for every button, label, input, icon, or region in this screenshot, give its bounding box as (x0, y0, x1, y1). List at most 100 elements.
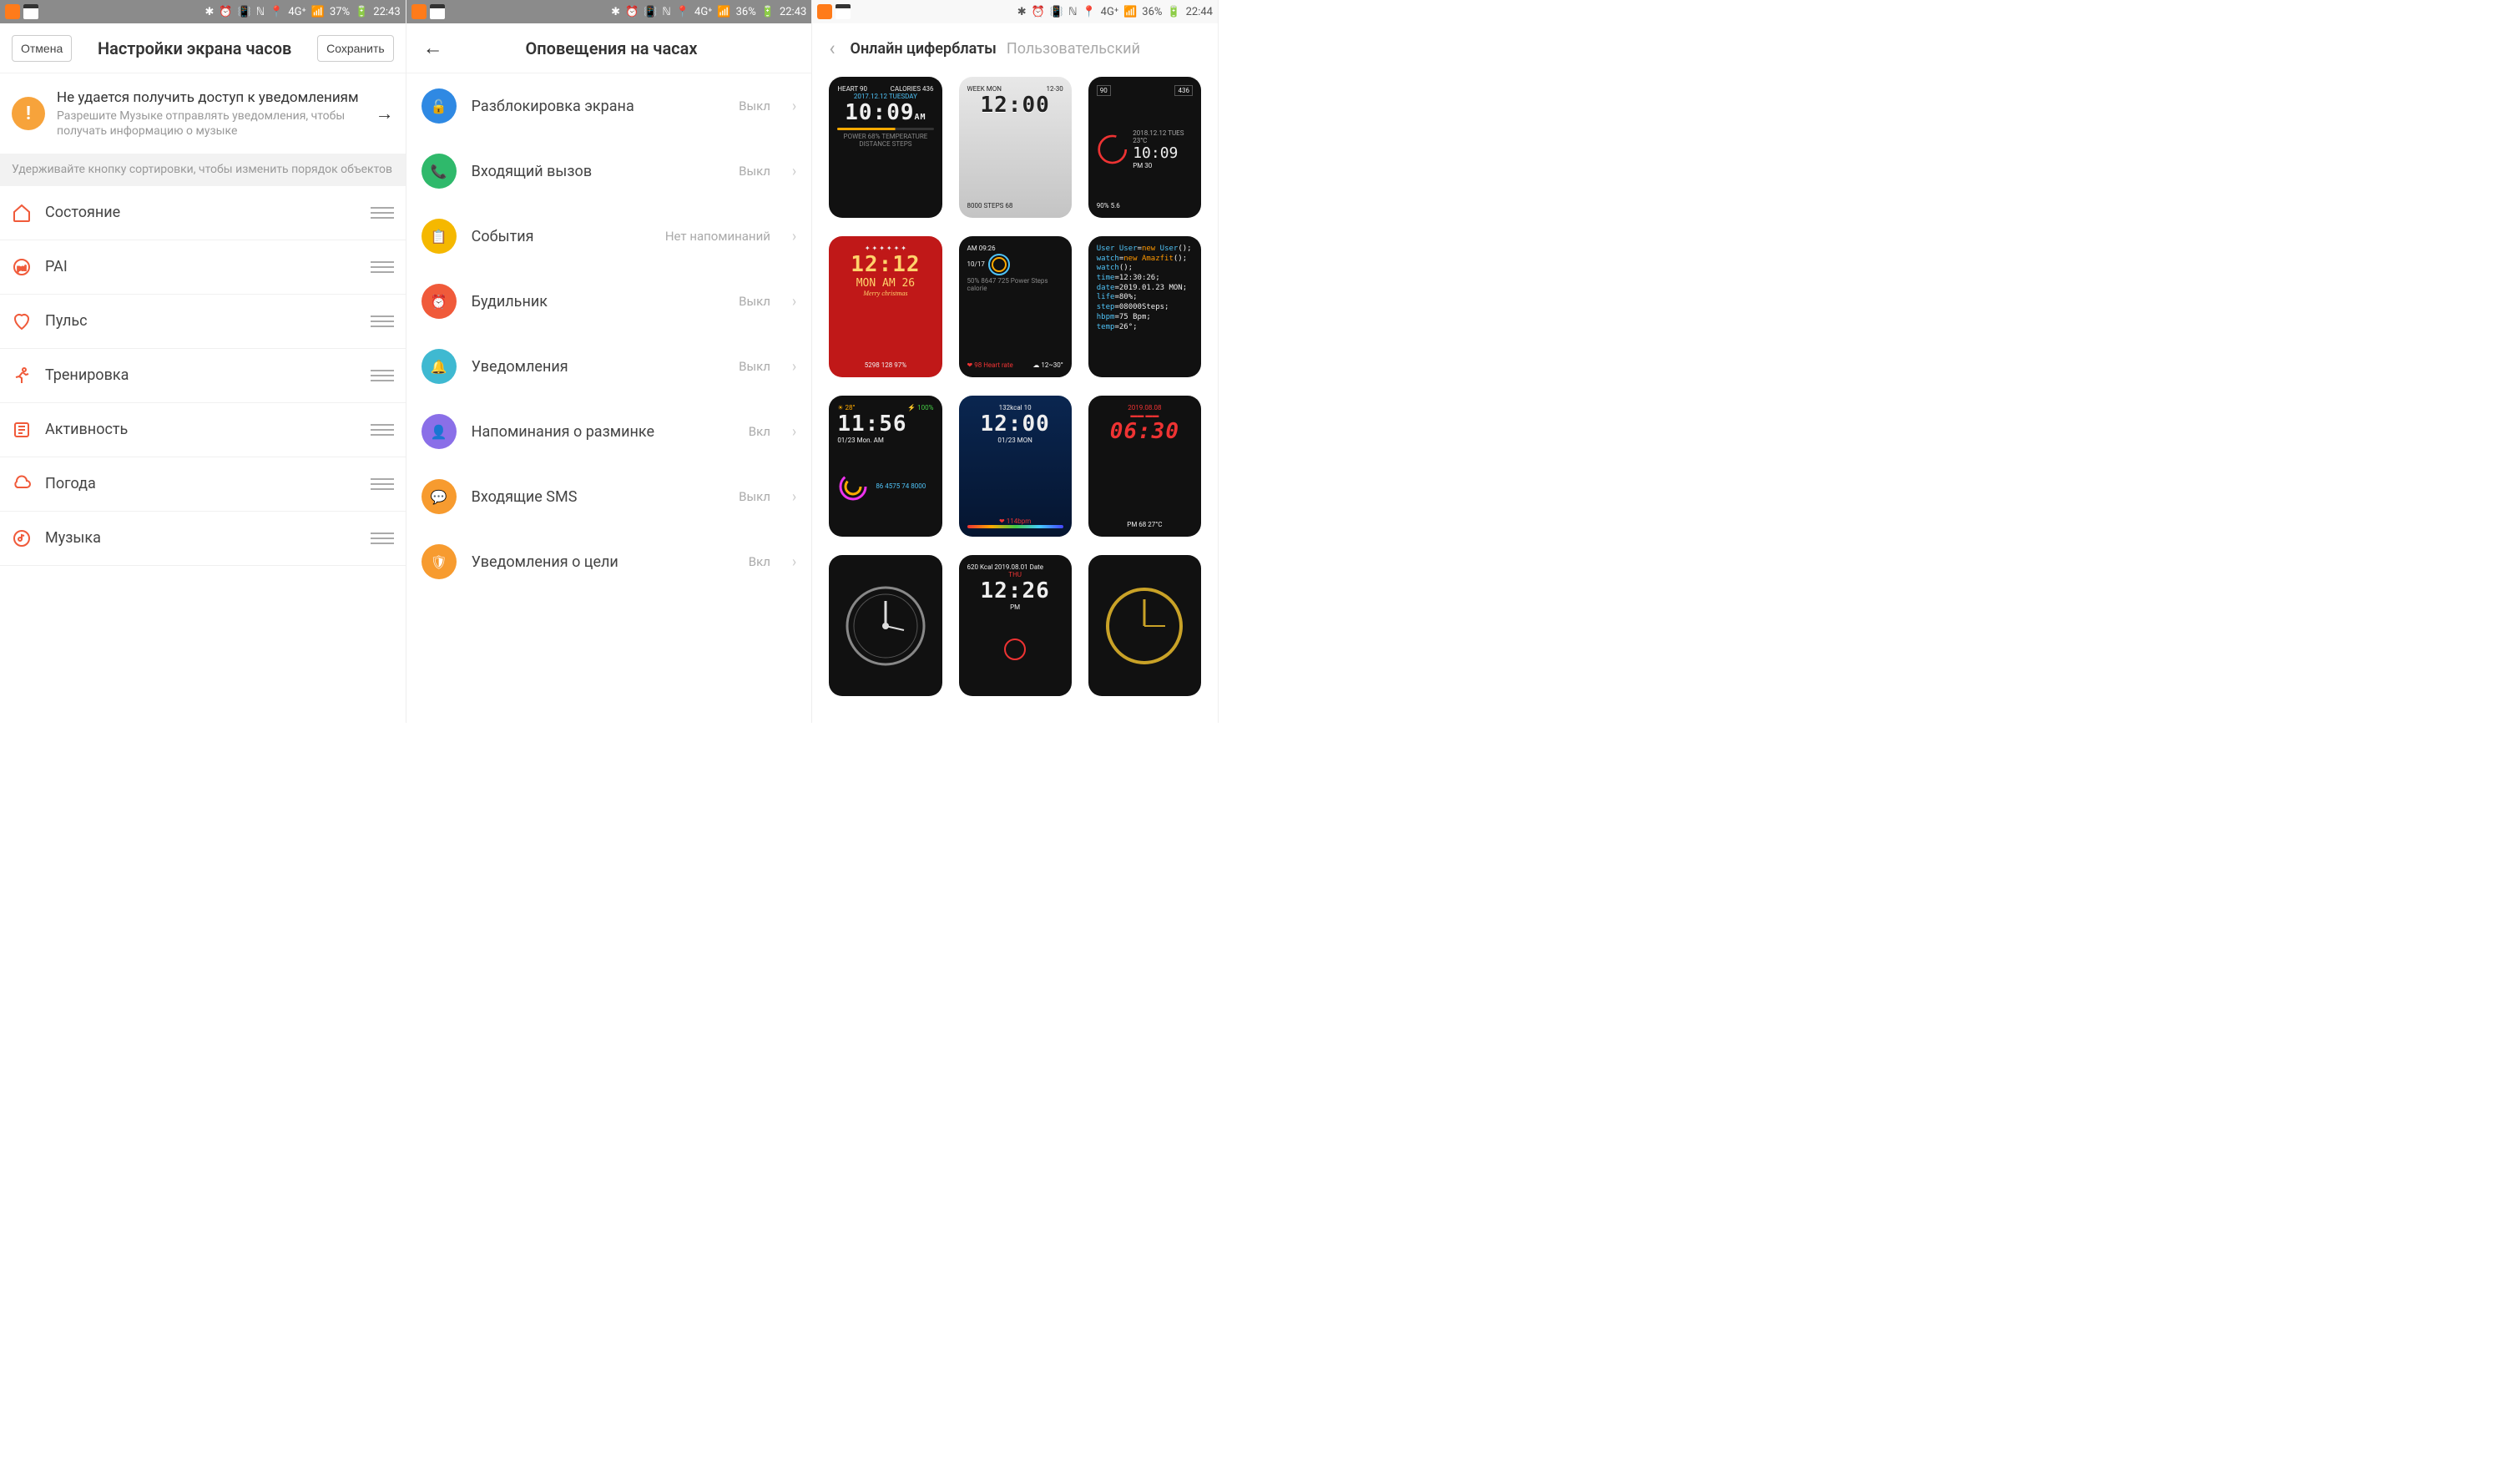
alert-row[interactable]: 🛡 Уведомления о цели Вкл › (406, 529, 812, 594)
alert-state: Выкл (739, 164, 770, 179)
alert-label: Разблокировка экрана (472, 98, 724, 115)
alert-row[interactable]: 🔔 Уведомления Выкл › (406, 334, 812, 399)
item-label: Активность (45, 421, 357, 438)
alarm-icon: ⏰ (1032, 6, 1045, 18)
clock: 22:43 (780, 6, 806, 18)
sort-item-pai[interactable]: pai PAI (0, 240, 406, 295)
screen-watch-settings: ✱ ⏰ 📳 ℕ 📍 4G⁺ 📶 37% 🔋 22:43 Отмена Настр… (0, 0, 406, 723)
alert-icon: 🔓 (422, 88, 457, 124)
header: ‹ Онлайн циферблаты Пользовательский (812, 23, 1218, 73)
bluetooth-icon: ✱ (1017, 6, 1027, 18)
status-bar: ✱ ⏰ 📳 ℕ 📍 4G⁺ 📶 37% 🔋 22:43 (0, 0, 406, 23)
header: Отмена Настройки экрана часов Сохранить (0, 23, 406, 73)
watchface-item[interactable]: 132kcal 10 12:00 01/23 MON ❤ 114bpm (959, 396, 1072, 537)
alert-label: Входящие SMS (472, 488, 724, 506)
tab-custom[interactable]: Пользовательский (1007, 40, 1140, 58)
watchface-item[interactable]: 2019.08.08 ▬▬ ▬▬ 06:30 PM 68 27°C (1088, 396, 1201, 537)
watchface-item[interactable]: ✦ ✦ ✦ ✦ ✦ ✦ 12:12 MON AM 26 Merry christ… (829, 236, 942, 377)
sort-item-music[interactable]: Музыка (0, 512, 406, 566)
clock: 22:43 (373, 6, 400, 18)
alert-label: Уведомления (472, 358, 724, 376)
alert-label: Напоминания о разминке (472, 423, 734, 441)
alert-row[interactable]: 👤 Напоминания о разминке Вкл › (406, 399, 812, 464)
alert-icon: 👤 (422, 414, 457, 449)
alert-state: Выкл (739, 98, 770, 114)
alert-icon: ⏰ (422, 284, 457, 319)
chevron-right-icon: › (792, 293, 796, 310)
bluetooth-icon: ✱ (204, 6, 214, 18)
app-icon (817, 4, 832, 19)
back-button[interactable]: ‹ (824, 37, 840, 60)
header: ← Оповещения на часах (406, 23, 812, 73)
network-icon: 4G⁺ (1101, 6, 1118, 18)
vibrate-icon: 📳 (238, 6, 251, 18)
nfc-icon: ℕ (662, 6, 670, 18)
drag-handle-icon[interactable] (371, 533, 394, 544)
alert-row[interactable]: 📞 Входящий вызов Выкл › (406, 139, 812, 204)
screen-watch-alerts: ✱ ⏰ 📳 ℕ 📍 4G⁺ 📶 36% 🔋 22:43 ← Оповещения… (406, 0, 813, 723)
back-button[interactable]: ← (418, 36, 448, 60)
alert-row[interactable]: 💬 Входящие SMS Выкл › (406, 464, 812, 529)
watchface-item[interactable]: 90436 2018.12.12 TUES 23°C 10:09 PM 30 9… (1088, 77, 1201, 218)
chevron-right-icon: › (792, 228, 796, 245)
alert-row[interactable]: ⏰ Будильник Выкл › (406, 269, 812, 334)
alert-state: Выкл (739, 294, 770, 309)
battery-pct: 36% (1142, 6, 1162, 18)
battery-pct: 36% (736, 6, 756, 18)
drag-handle-icon[interactable] (371, 261, 394, 273)
watchface-item[interactable]: User User=new User();watch=new Amazfit()… (1088, 236, 1201, 377)
watchface-item[interactable]: WEEK MON12-30 12:00 8000 STEPS 68 (959, 77, 1072, 218)
home-icon (12, 203, 32, 223)
item-label: PAI (45, 258, 357, 275)
drag-handle-icon[interactable] (371, 424, 394, 436)
watchface-item[interactable]: HEART 90CALORIES 436 2017.12.12 TUESDAY … (829, 77, 942, 218)
alert-icon: 📋 (422, 219, 457, 254)
permission-warning[interactable]: ! Не удается получить доступ к уведомлен… (0, 73, 406, 154)
sort-item-heartrate[interactable]: Пульс (0, 295, 406, 349)
watchface-item[interactable]: 620 Kcal 2019.08.01 Date THU 12:26 PM (959, 555, 1072, 696)
sort-item-workout[interactable]: Тренировка (0, 349, 406, 403)
watchface-item[interactable]: ☀ 28°⚡ 100% 11:56 01/23 Mon. AM 86 4575 … (829, 396, 942, 537)
alert-icon: 📞 (422, 154, 457, 189)
chevron-right-icon: → (376, 103, 394, 124)
drag-handle-icon[interactable] (371, 315, 394, 327)
location-icon: 📍 (1082, 6, 1095, 18)
sort-hint: Удерживайте кнопку сортировки, чтобы изм… (0, 154, 406, 185)
calendar-icon (23, 4, 38, 19)
battery-pct: 37% (330, 6, 350, 18)
alert-row[interactable]: 🔓 Разблокировка экрана Выкл › (406, 73, 812, 139)
tab-online[interactable]: Онлайн циферблаты (851, 40, 997, 58)
sort-item-activity[interactable]: Активность (0, 403, 406, 457)
drag-handle-icon[interactable] (371, 207, 394, 219)
alert-state: Вкл (749, 424, 770, 439)
alert-state: Выкл (739, 359, 770, 374)
save-button[interactable]: Сохранить (317, 35, 394, 62)
alert-label: События (472, 228, 650, 245)
drag-handle-icon[interactable] (371, 478, 394, 490)
bluetooth-icon: ✱ (611, 6, 620, 18)
alerts-list: 🔓 Разблокировка экрана Выкл › 📞 Входящий… (406, 73, 812, 594)
drag-handle-icon[interactable] (371, 370, 394, 381)
alert-label: Уведомления о цели (472, 553, 734, 571)
alert-icon: 🛡 (422, 544, 457, 579)
battery-icon: 🔋 (761, 6, 775, 18)
watchface-item[interactable] (829, 555, 942, 696)
alert-state: Вкл (749, 554, 770, 569)
cancel-button[interactable]: Отмена (12, 35, 72, 62)
chevron-right-icon: › (792, 488, 796, 506)
item-label: Погода (45, 475, 357, 492)
watchface-item[interactable]: AM 09:26 10/17 50% 8647 725 Power Steps … (959, 236, 1072, 377)
screen-watchfaces: ✱ ⏰ 📳 ℕ 📍 4G⁺ 📶 36% 🔋 22:44 ‹ Онлайн циф… (812, 0, 1219, 723)
watchface-grid: HEART 90CALORIES 436 2017.12.12 TUESDAY … (812, 73, 1218, 713)
sort-item-status[interactable]: Состояние (0, 186, 406, 240)
heart-icon (12, 311, 32, 331)
vibrate-icon: 📳 (644, 6, 657, 18)
alarm-icon: ⏰ (219, 6, 232, 18)
alert-row[interactable]: 📋 События Нет напоминаний › (406, 204, 812, 269)
watchface-item[interactable] (1088, 555, 1201, 696)
sort-item-weather[interactable]: Погода (0, 457, 406, 512)
signal-icon: 📶 (1123, 6, 1137, 18)
signal-icon: 📶 (311, 6, 325, 18)
location-icon: 📍 (270, 6, 283, 18)
battery-icon: 🔋 (355, 6, 368, 18)
